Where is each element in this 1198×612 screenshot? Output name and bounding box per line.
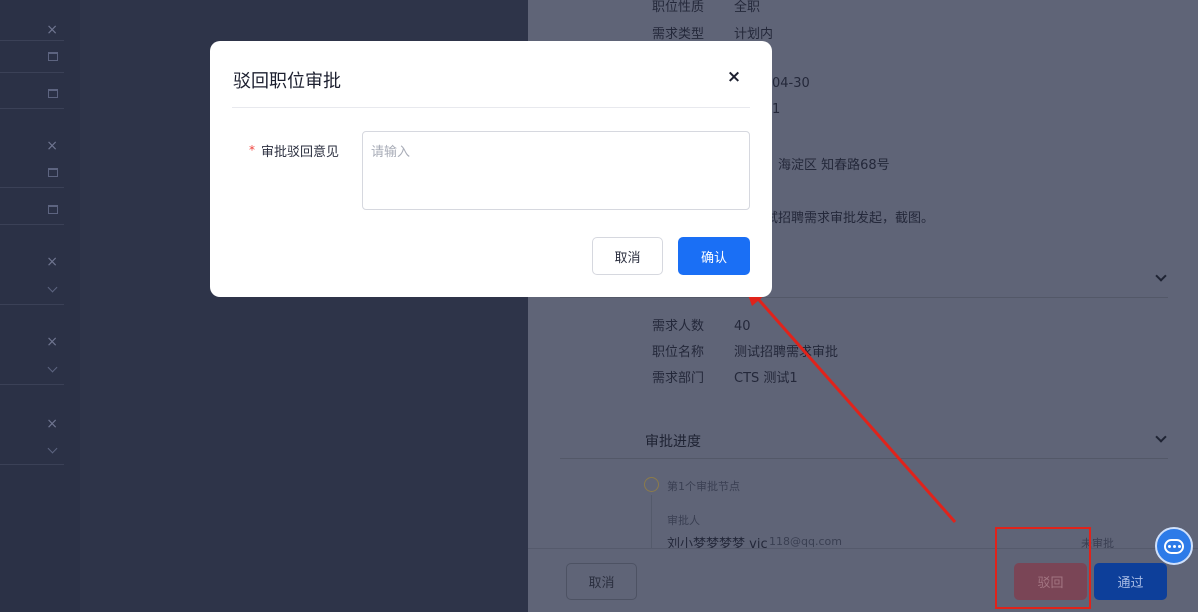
node-status-icon <box>644 477 659 492</box>
info-key: 需求部门 <box>652 371 705 386</box>
info-row: 需求人数 40 <box>652 315 751 334</box>
reject-reason-input[interactable] <box>362 131 750 210</box>
chevron-down-icon[interactable] <box>1155 431 1167 443</box>
info-key: 职位性质 <box>652 0 705 15</box>
chevron-down-icon[interactable] <box>47 443 58 454</box>
row-divider <box>0 304 64 305</box>
calendar-icon[interactable] <box>48 168 58 177</box>
info-row: 职位名称 测试招聘需求审批 <box>652 341 838 360</box>
drawer-cancel-button[interactable]: 取消 <box>566 563 637 600</box>
close-icon[interactable]: × <box>46 254 58 270</box>
info-value: 测试招聘需求审批 <box>734 345 839 360</box>
info-value: 40 <box>734 319 751 334</box>
row-divider <box>0 224 64 225</box>
close-icon[interactable]: × <box>46 22 58 38</box>
close-icon[interactable]: × <box>46 416 58 432</box>
dialog-confirm-button[interactable]: 确认 <box>678 237 750 275</box>
annotation-highlight-box <box>995 527 1091 609</box>
calendar-icon[interactable] <box>48 205 58 214</box>
info-value-note: 试招聘需求审批发起，截图。 <box>765 211 935 226</box>
dialog-cancel-button[interactable]: 取消 <box>592 237 663 275</box>
calendar-icon[interactable] <box>48 89 58 98</box>
approver-label: 审批人 <box>667 514 700 527</box>
calendar-icon[interactable] <box>48 52 58 61</box>
close-icon[interactable]: × <box>46 138 58 154</box>
required-mark: * <box>249 143 255 157</box>
info-value-partial: 04-30 <box>772 76 810 91</box>
section-divider <box>560 297 1168 298</box>
row-divider <box>0 108 64 109</box>
chat-icon <box>1164 538 1184 554</box>
dialog-title: 驳回职位审批 <box>233 71 341 92</box>
reject-reason-label: 审批驳回意见 <box>261 145 340 160</box>
info-key: 需求类型 <box>652 27 705 42</box>
info-key: 需求人数 <box>652 319 705 334</box>
timeline-line <box>651 495 652 555</box>
chevron-down-icon[interactable] <box>1155 270 1167 282</box>
row-divider <box>0 72 64 73</box>
approver-email: 118@qq.com <box>769 535 842 548</box>
node-label: 第1个审批节点 <box>667 480 740 493</box>
chevron-down-icon[interactable] <box>47 282 58 293</box>
pass-button[interactable]: 通过 <box>1094 563 1167 600</box>
chat-support-button[interactable] <box>1155 527 1193 565</box>
info-row: 需求类型 计划内 <box>652 23 773 42</box>
info-key: 职位名称 <box>652 345 705 360</box>
info-row: 职位性质 全职 <box>652 0 760 15</box>
info-value-address: 海淀区 知春路68号 <box>778 158 890 173</box>
close-icon[interactable]: × <box>46 334 58 350</box>
section-title-progress: 审批进度 <box>645 434 701 450</box>
info-value: 全职 <box>734 0 761 15</box>
row-divider <box>0 187 64 188</box>
info-value: 计划内 <box>734 27 774 42</box>
chevron-down-icon[interactable] <box>47 362 58 373</box>
info-value: CTS 测试1 <box>734 371 798 386</box>
row-divider <box>0 40 64 41</box>
left-list-strip: × × × × × <box>0 0 80 612</box>
info-value-partial: 1 <box>772 102 781 117</box>
reject-dialog: 驳回职位审批 × * 审批驳回意见 取消 确认 <box>210 41 772 297</box>
row-divider <box>0 384 64 385</box>
close-icon[interactable]: × <box>725 68 743 86</box>
row-divider <box>0 464 64 465</box>
info-row: 需求部门 CTS 测试1 <box>652 367 798 386</box>
section-divider <box>560 458 1168 459</box>
dialog-divider <box>232 107 750 108</box>
